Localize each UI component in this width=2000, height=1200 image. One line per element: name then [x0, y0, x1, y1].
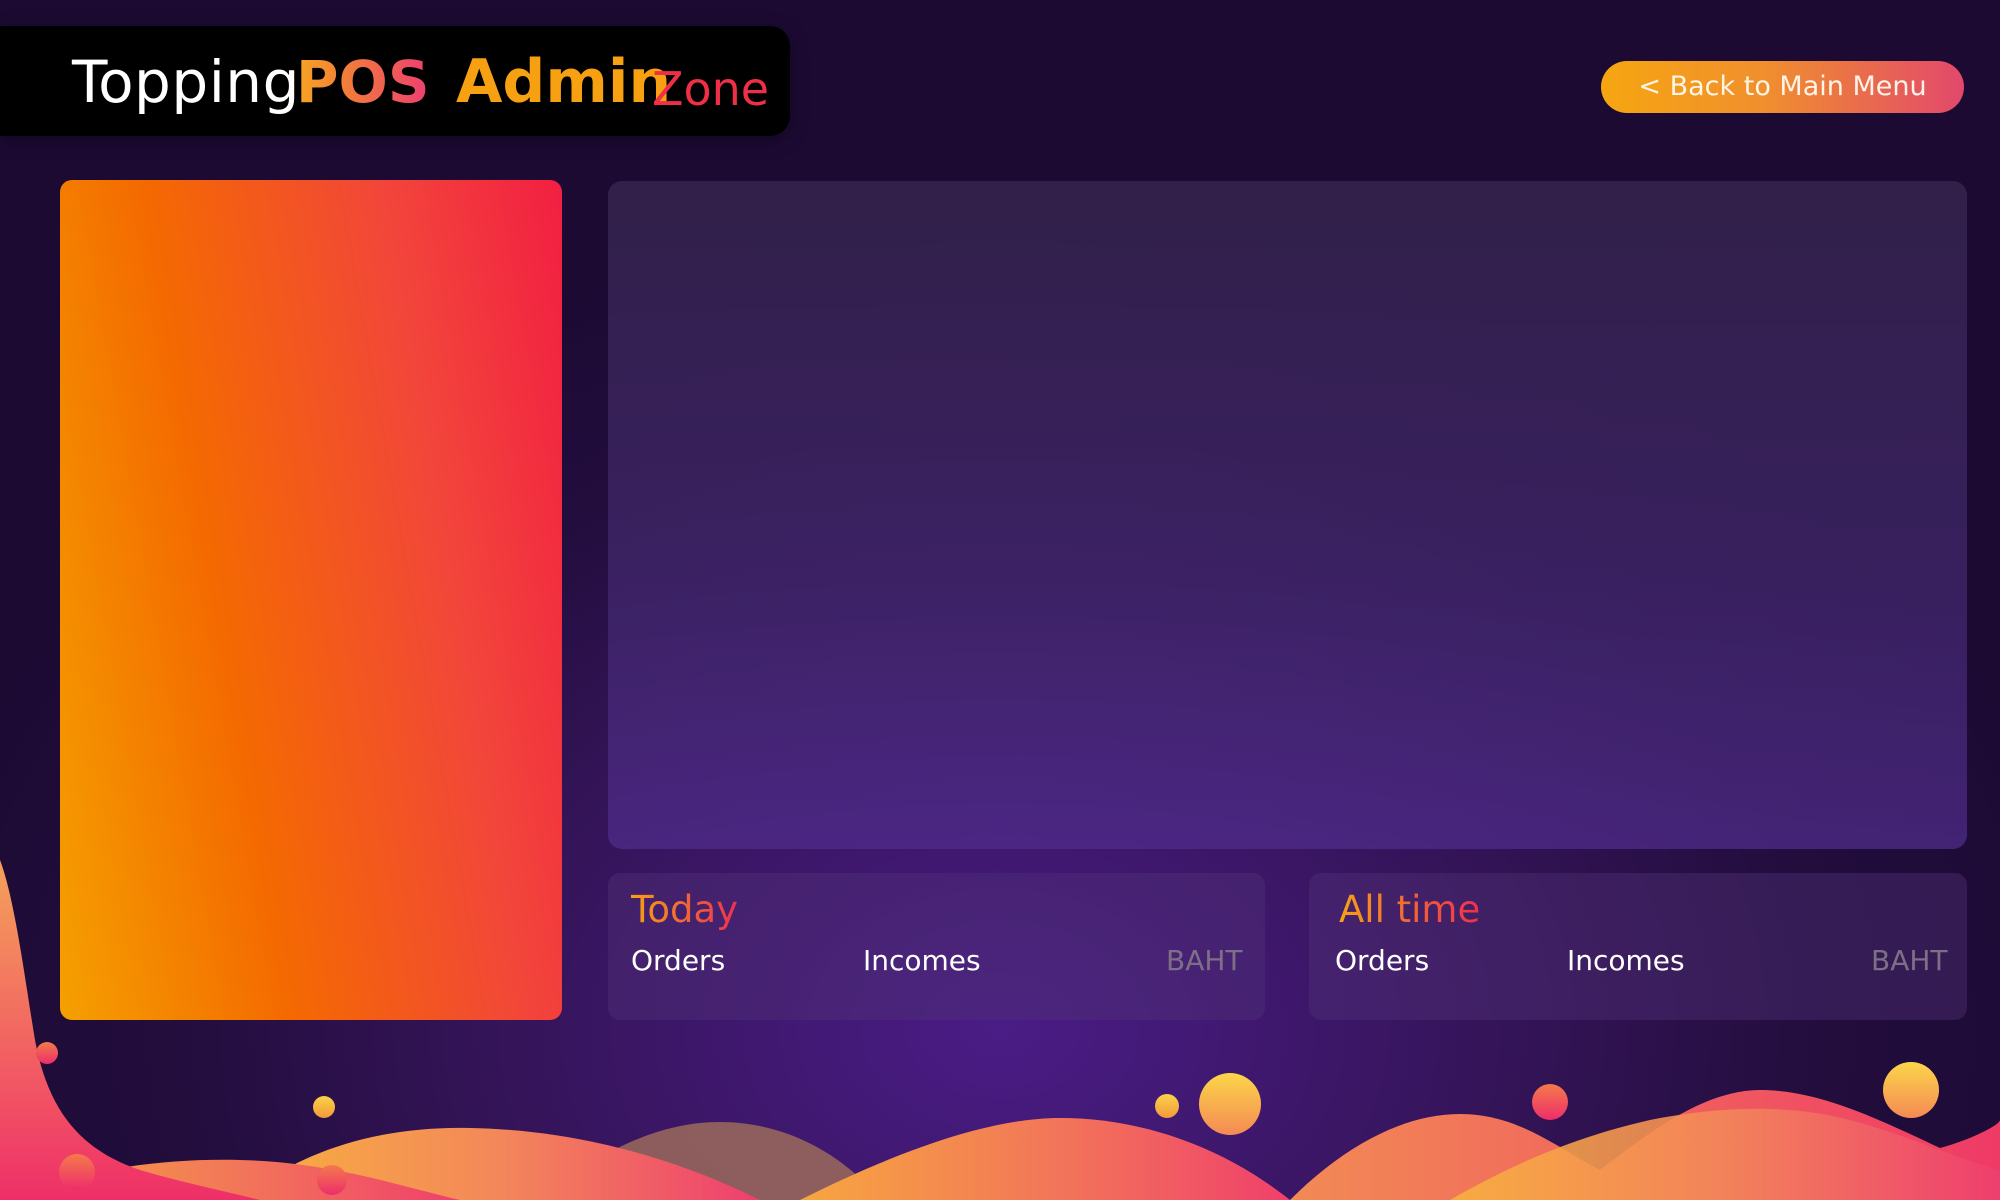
all-time-incomes-label: Incomes: [1567, 944, 1685, 977]
section-title-admin: Admin: [456, 47, 672, 117]
all-time-stats-card: All time Orders Incomes BAHT: [1309, 873, 1967, 1020]
side-panel: [60, 180, 562, 1020]
today-stats-title: Today: [631, 883, 738, 937]
back-to-main-menu-button[interactable]: < Back to Main Menu: [1601, 61, 1964, 113]
section-title-zone: Zone: [652, 62, 770, 116]
today-stats-card: Today Orders Incomes BAHT: [608, 873, 1265, 1020]
brand-name-pos: POS: [296, 48, 430, 116]
today-orders-label: Orders: [631, 944, 726, 977]
brand-name-topping: Topping: [72, 48, 300, 116]
all-time-orders-label: Orders: [1335, 944, 1430, 977]
all-time-stats-title: All time: [1339, 883, 1480, 937]
main-content-panel: [608, 181, 1967, 849]
today-incomes-label: Incomes: [863, 944, 981, 977]
today-currency-unit: BAHT: [1166, 944, 1243, 977]
all-time-currency-unit: BAHT: [1871, 944, 1948, 977]
